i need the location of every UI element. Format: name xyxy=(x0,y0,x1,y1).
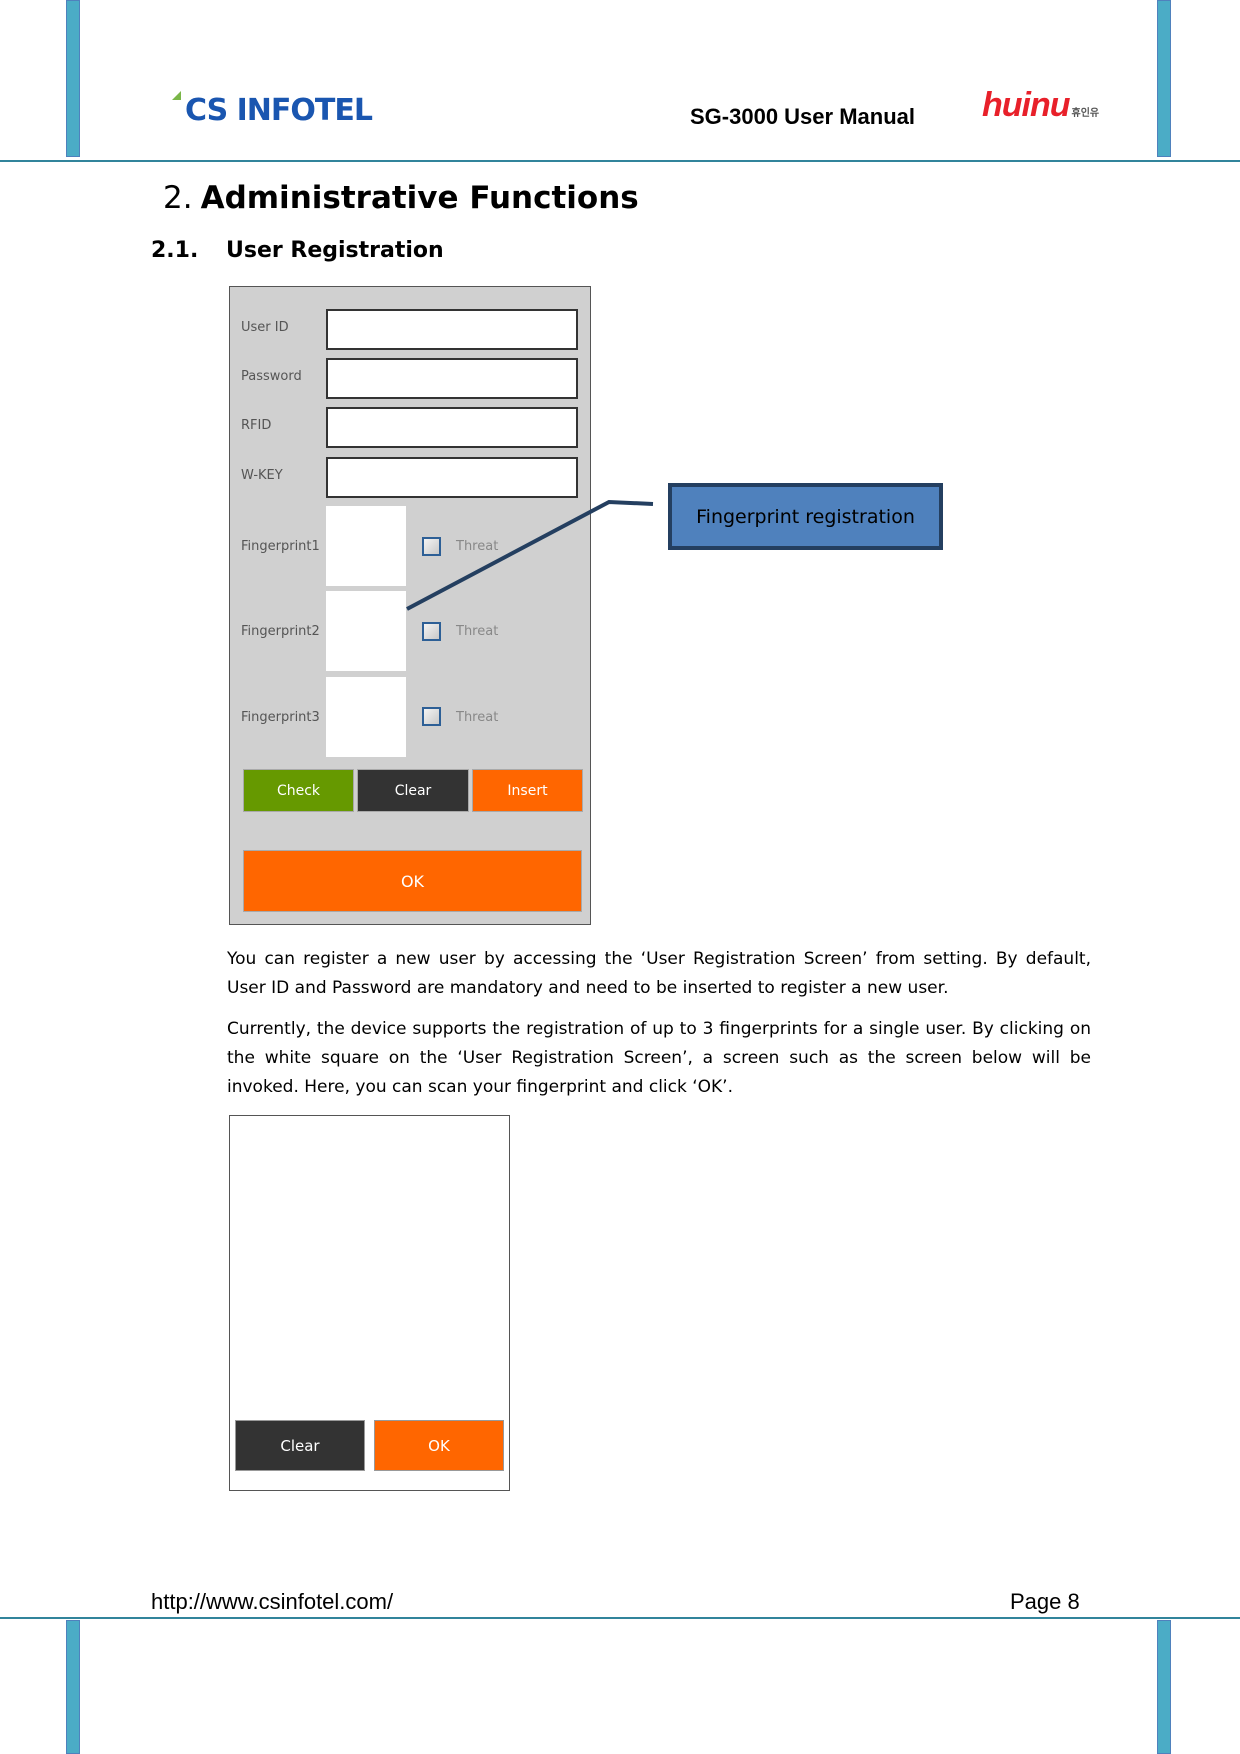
section-number: 2. xyxy=(163,180,193,216)
user-id-field[interactable] xyxy=(326,309,578,350)
subsection-heading: 2.1. User Registration xyxy=(151,238,444,263)
fingerprint2-label: Fingerprint2 xyxy=(241,624,320,639)
footer-accent-bar-right xyxy=(1157,1620,1171,1754)
header-accent-bar-right xyxy=(1157,0,1171,157)
fingerprint2-threat-checkbox[interactable] xyxy=(422,622,441,641)
rfid-field[interactable] xyxy=(326,407,578,448)
fingerprint1-slot[interactable] xyxy=(326,506,406,586)
scan-clear-button[interactable]: Clear xyxy=(235,1420,365,1471)
huinu-logo-korean: 휴인유 xyxy=(1071,108,1100,119)
subsection-number: 2.1. xyxy=(151,238,199,263)
password-field[interactable] xyxy=(326,358,578,399)
fingerprint-scan-screenshot: Clear OK xyxy=(229,1115,510,1491)
huinu-logo: huinu 휴인유 xyxy=(982,88,1099,122)
section-title: Administrative Functions xyxy=(200,180,639,216)
huinu-logo-text: huinu xyxy=(982,86,1071,124)
footer-rule xyxy=(0,1617,1240,1619)
fingerprint1-threat-checkbox[interactable] xyxy=(422,537,441,556)
rfid-label: RFID xyxy=(241,418,272,433)
wkey-label: W-KEY xyxy=(241,468,283,483)
fingerprint1-threat-label: Threat xyxy=(456,539,499,554)
footer-url: http://www.csinfotel.com/ xyxy=(151,1589,394,1614)
clear-button[interactable]: Clear xyxy=(357,769,469,812)
wkey-field[interactable] xyxy=(326,457,578,498)
user-registration-screenshot: User ID Password RFID W-KEY Fingerprint1… xyxy=(229,286,591,925)
callout-leader-line xyxy=(406,499,654,611)
fingerprint3-threat-label: Threat xyxy=(456,710,499,725)
fingerprint3-threat-checkbox[interactable] xyxy=(422,707,441,726)
footer-accent-bar-left xyxy=(66,1620,80,1754)
cs-infotel-logo-text: CS INFOTEL xyxy=(185,93,373,128)
fingerprint2-slot[interactable] xyxy=(326,591,406,671)
fingerprint3-slot[interactable] xyxy=(326,677,406,757)
manual-title: SG-3000 User Manual xyxy=(690,104,915,129)
fingerprint1-label: Fingerprint1 xyxy=(241,539,320,554)
scan-ok-button[interactable]: OK xyxy=(374,1420,504,1471)
header-accent-bar-left xyxy=(66,0,80,157)
subsection-title: User Registration xyxy=(226,238,444,263)
paragraph-fingerprints: Currently, the device supports the regis… xyxy=(227,1019,1091,1097)
ok-button[interactable]: OK xyxy=(243,850,582,912)
insert-button[interactable]: Insert xyxy=(472,769,583,812)
page-number: Page 8 xyxy=(1010,1589,1080,1614)
user-id-label: User ID xyxy=(241,320,289,335)
password-label: Password xyxy=(241,369,302,384)
fingerprint2-threat-label: Threat xyxy=(456,624,499,639)
check-button[interactable]: Check xyxy=(243,769,354,812)
cs-infotel-logo: CS INFOTEL xyxy=(172,91,373,128)
paragraph-intro: You can register a new user by accessing… xyxy=(227,949,1091,998)
fingerprint-registration-callout: Fingerprint registration xyxy=(668,483,943,550)
section-heading: 2. Administrative Functions xyxy=(163,180,639,216)
logo-flag-icon xyxy=(172,91,181,100)
fingerprint3-label: Fingerprint3 xyxy=(241,710,320,725)
header-rule xyxy=(0,160,1240,162)
